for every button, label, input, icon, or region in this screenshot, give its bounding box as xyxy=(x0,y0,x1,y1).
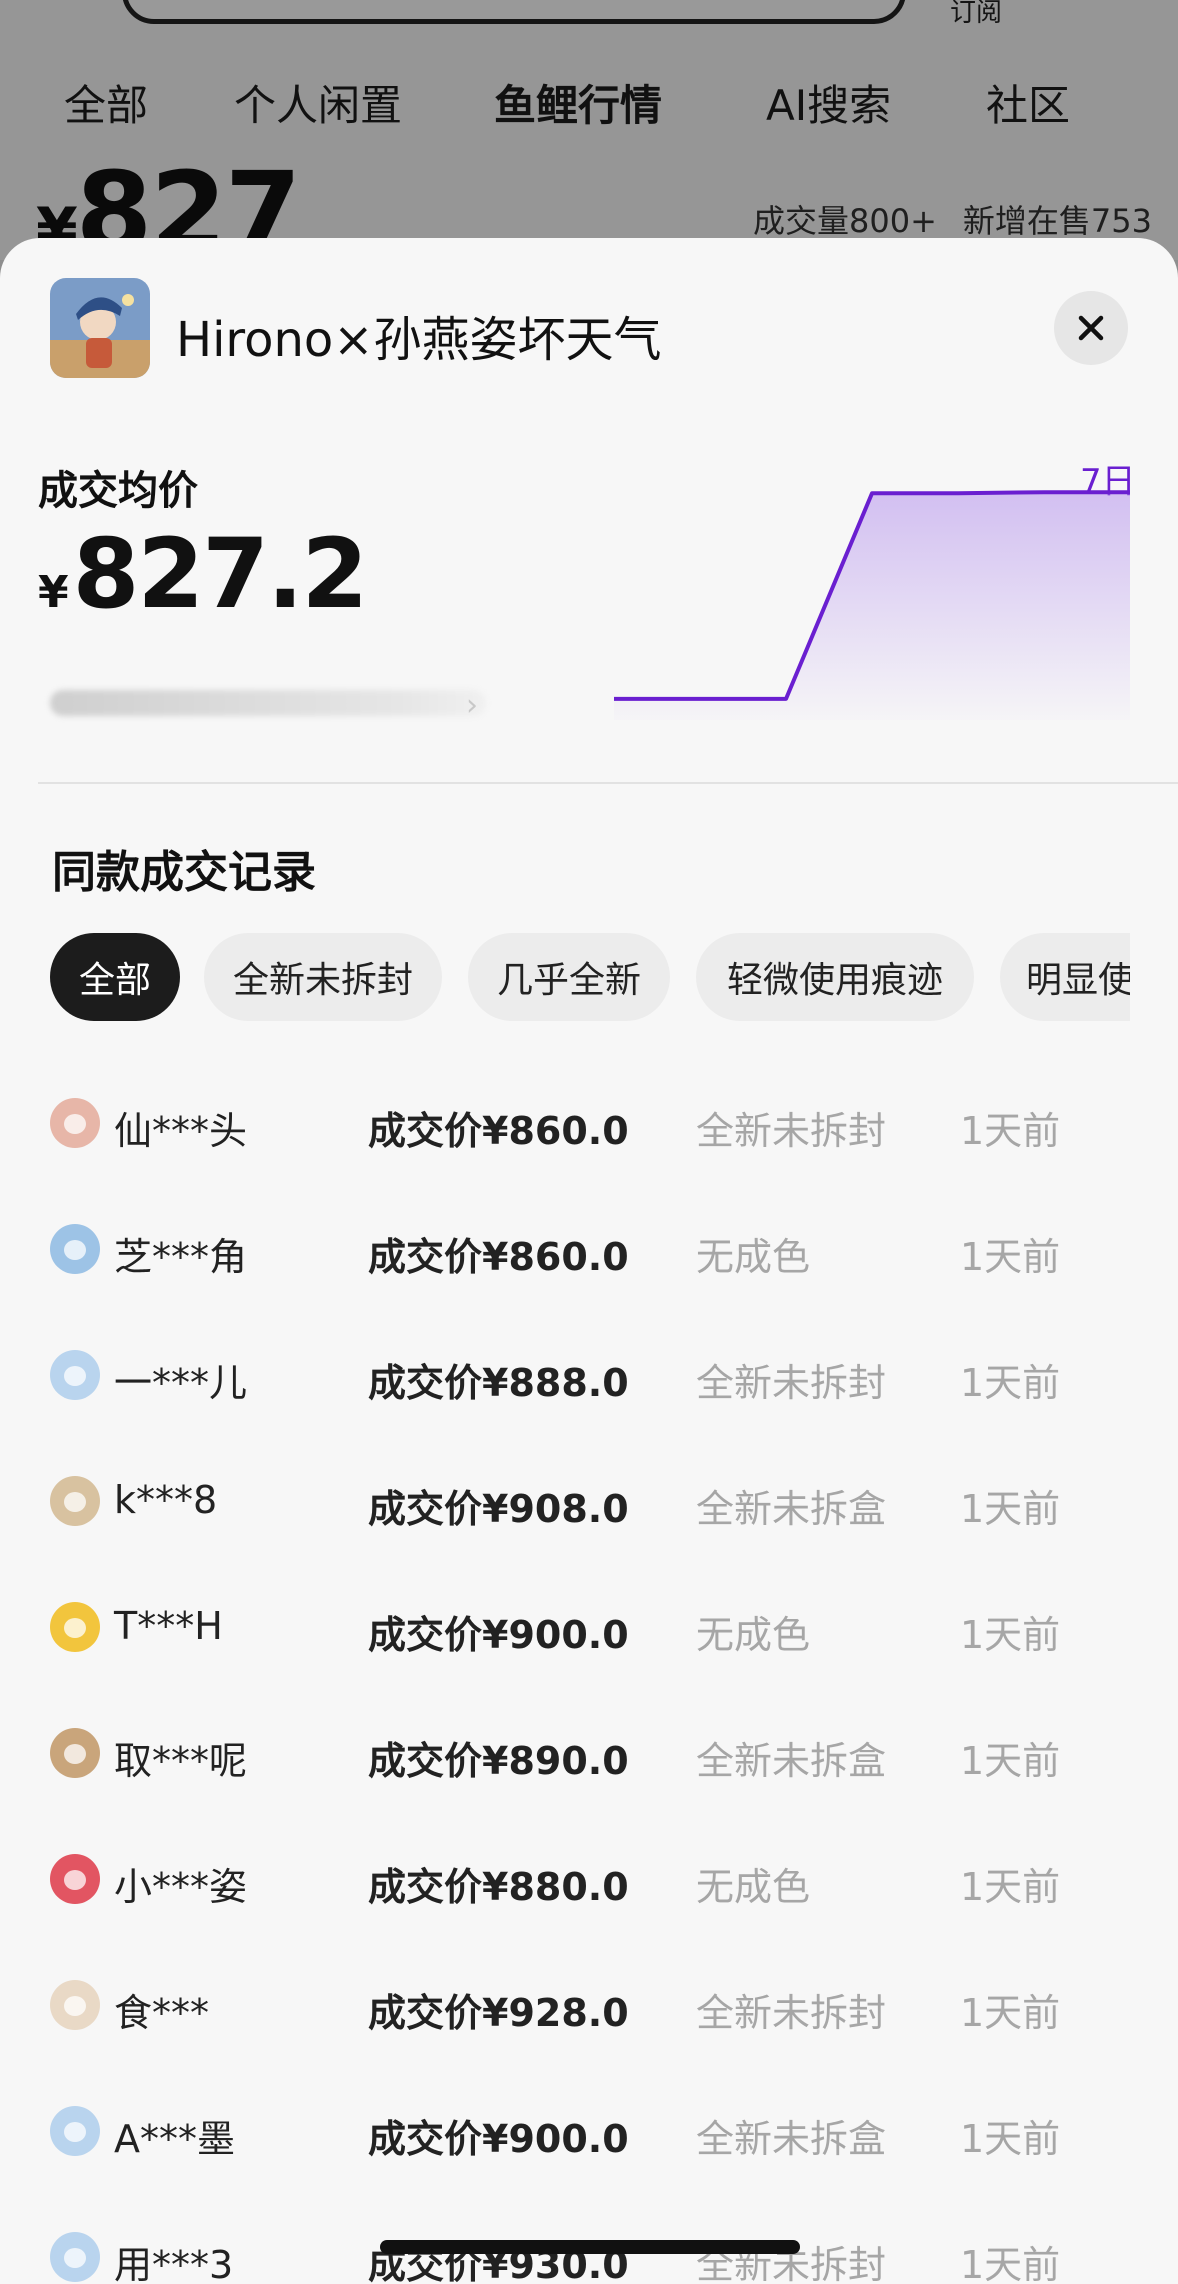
record-price: 成交价¥860.0 xyxy=(368,1235,629,1279)
record-condition: 全新未拆封 xyxy=(696,1991,887,2035)
filter-chip-visible-use[interactable]: 明显使用痕迹 xyxy=(1000,933,1130,1021)
record-name: 芝***角 xyxy=(114,1235,248,1279)
avatar-face-icon xyxy=(64,2122,86,2142)
record-time: 1天前 xyxy=(960,1865,1061,1909)
price-trend-chart xyxy=(606,448,1136,748)
avatar-face-icon xyxy=(64,1744,86,1764)
filter-chip-light-use[interactable]: 轻微使用痕迹 xyxy=(696,933,974,1021)
record-condition: 无成色 xyxy=(696,1235,811,1279)
record-time: 1天前 xyxy=(960,1991,1061,2035)
avg-price-value: 827.2 xyxy=(72,518,369,630)
avatar xyxy=(50,1602,100,1652)
avatar xyxy=(50,1224,100,1274)
avatar-face-icon xyxy=(64,1492,86,1512)
filter-chip-all[interactable]: 全部 xyxy=(50,933,180,1021)
record-price: 成交价¥860.0 xyxy=(368,1109,629,1153)
record-name: T***H xyxy=(114,1604,223,1648)
trend-area xyxy=(614,492,1130,720)
avatar-face-icon xyxy=(64,1114,86,1134)
home-indicator[interactable] xyxy=(380,2240,800,2254)
record-time: 1天前 xyxy=(960,1739,1061,1783)
record-row[interactable]: 用***3 成交价¥930.0 全新未拆封 1天前 xyxy=(0,2194,1178,2284)
record-name: k***8 xyxy=(114,1478,218,1522)
record-row[interactable]: 取***呢 成交价¥890.0 全新未拆盒 1天前 xyxy=(0,1690,1178,1816)
avg-price: ¥827.2 xyxy=(38,518,369,630)
record-row[interactable]: 食*** 成交价¥928.0 全新未拆封 1天前 xyxy=(0,1942,1178,2068)
record-condition: 全新未拆盒 xyxy=(696,1739,887,1783)
close-button[interactable] xyxy=(1054,291,1128,365)
record-price: 成交价¥908.0 xyxy=(368,1487,629,1531)
product-title: Hirono×孙燕姿坏天气 xyxy=(176,312,662,368)
filter-chip-sealed[interactable]: 全新未拆封 xyxy=(204,933,442,1021)
avatar-face-icon xyxy=(64,1618,86,1638)
avatar-face-icon xyxy=(64,1240,86,1260)
record-row[interactable]: 小***姿 成交价¥880.0 无成色 1天前 xyxy=(0,1816,1178,1942)
record-price: 成交价¥890.0 xyxy=(368,1739,629,1783)
record-row[interactable]: A***墨 成交价¥900.0 全新未拆盒 1天前 xyxy=(0,2068,1178,2194)
record-condition: 全新未拆封 xyxy=(696,1109,887,1153)
dim-overlay[interactable] xyxy=(0,0,1178,260)
record-time: 1天前 xyxy=(960,2117,1061,2161)
avg-currency: ¥ xyxy=(38,567,69,618)
record-time: 1天前 xyxy=(960,1109,1061,1153)
record-name: A***墨 xyxy=(114,2117,235,2161)
avatar xyxy=(50,1980,100,2030)
record-name: 食*** xyxy=(114,1991,210,2035)
record-time: 1天前 xyxy=(960,1487,1061,1531)
avatar xyxy=(50,2106,100,2156)
avg-price-label: 成交均价 xyxy=(38,468,198,514)
avatar xyxy=(50,2232,100,2282)
avatar xyxy=(50,1728,100,1778)
record-row[interactable]: 仙***头 成交价¥860.0 全新未拆封 1天前 xyxy=(0,1060,1178,1186)
record-condition: 无成色 xyxy=(696,1865,811,1909)
product-thumbnail xyxy=(50,278,150,378)
filter-chip-like-new[interactable]: 几乎全新 xyxy=(468,933,670,1021)
record-price: 成交价¥888.0 xyxy=(368,1361,629,1405)
blurred-link[interactable] xyxy=(50,690,486,716)
price-trend-svg xyxy=(614,490,1130,720)
background-page: 订阅 全部 个人闲置 鱼鲤行情 AI搜索 社区 ¥827 成交量800+ 新增在售… xyxy=(0,0,1178,260)
avatar-face-icon xyxy=(64,2248,86,2268)
avatar xyxy=(50,1476,100,1526)
record-name: 小***姿 xyxy=(114,1865,248,1909)
record-row[interactable]: 芝***角 成交价¥860.0 无成色 1天前 xyxy=(0,1186,1178,1312)
record-row[interactable]: 一***儿 成交价¥888.0 全新未拆封 1天前 xyxy=(0,1312,1178,1438)
avatar xyxy=(50,1350,100,1400)
record-condition: 全新未拆盒 xyxy=(696,2117,887,2161)
record-name: 用***3 xyxy=(114,2243,234,2284)
record-name: 一***儿 xyxy=(114,1361,248,1405)
close-icon xyxy=(1078,315,1104,341)
record-price: 成交价¥900.0 xyxy=(368,2117,629,2161)
condition-filters: 全部 全新未拆封 几乎全新 轻微使用痕迹 明显使用痕迹 xyxy=(50,933,1130,1023)
figure-image-icon xyxy=(50,278,150,378)
record-time: 1天前 xyxy=(960,1235,1061,1279)
avatar-face-icon xyxy=(64,1996,86,2016)
record-condition: 全新未拆封 xyxy=(696,1361,887,1405)
record-price: 成交价¥880.0 xyxy=(368,1865,629,1909)
record-row[interactable]: k***8 成交价¥908.0 全新未拆盒 1天前 xyxy=(0,1438,1178,1564)
record-price: 成交价¥900.0 xyxy=(368,1613,629,1657)
record-condition: 无成色 xyxy=(696,1613,811,1657)
record-time: 1天前 xyxy=(960,1613,1061,1657)
record-price: 成交价¥928.0 xyxy=(368,1991,629,2035)
record-time: 1天前 xyxy=(960,1361,1061,1405)
price-sheet: Hirono×孙燕姿坏天气 成交均价 ¥827.2 › 7日 同款成交记录 全部… xyxy=(0,238,1178,2284)
records-title: 同款成交记录 xyxy=(52,847,316,898)
avatar-face-icon xyxy=(64,1870,86,1890)
record-name: 仙***头 xyxy=(114,1109,248,1153)
section-divider xyxy=(38,782,1178,784)
avatar-face-icon xyxy=(64,1366,86,1386)
record-time: 1天前 xyxy=(960,2243,1061,2284)
record-condition: 全新未拆盒 xyxy=(696,1487,887,1531)
record-row[interactable]: T***H 成交价¥900.0 无成色 1天前 xyxy=(0,1564,1178,1690)
avatar xyxy=(50,1854,100,1904)
chevron-right-icon: › xyxy=(466,688,478,723)
record-name: 取***呢 xyxy=(114,1739,248,1783)
avatar xyxy=(50,1098,100,1148)
